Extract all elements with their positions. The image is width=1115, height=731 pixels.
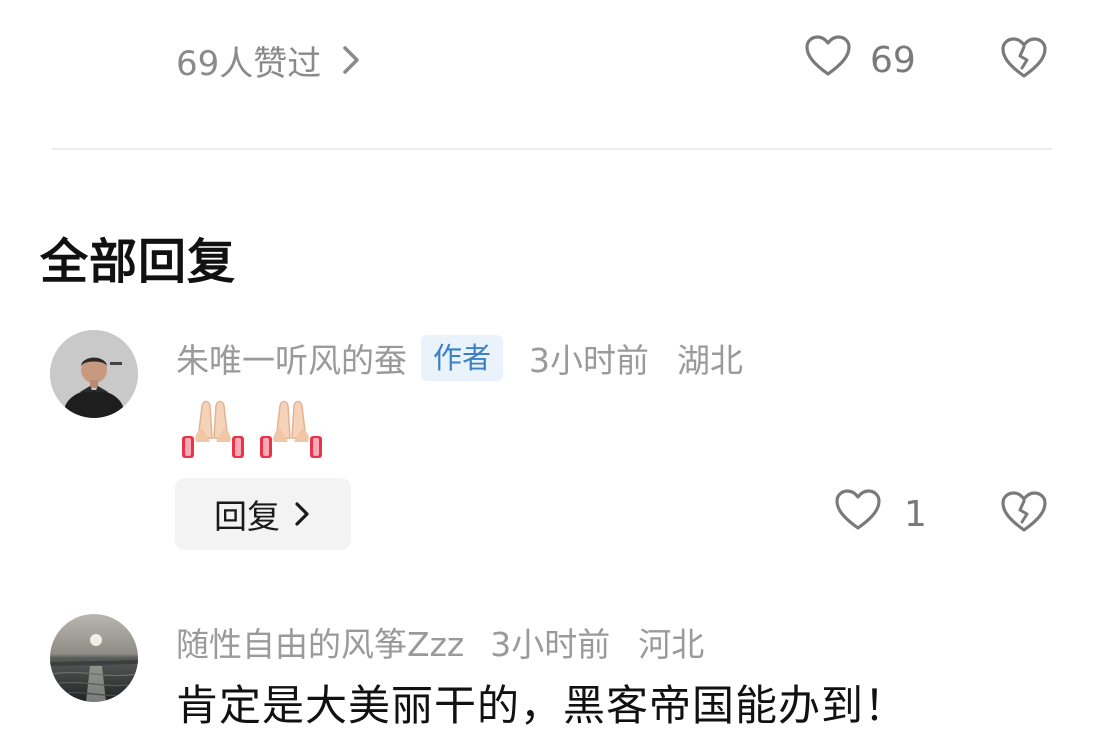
avatar[interactable] <box>50 614 138 702</box>
folded-hands-emoji-icon <box>176 388 250 466</box>
comment-meta: 朱唯一听风的蚕 作者 3小时前 湖北 <box>176 332 743 384</box>
comment-dislike-button[interactable] <box>1000 490 1050 538</box>
comment-item: 朱唯一听风的蚕 作者 3小时前 湖北 回复 1 <box>0 326 1115 566</box>
broken-heart-icon <box>1000 491 1048 538</box>
comment-time: 3小时前 <box>490 625 611 664</box>
post-like-count: 69 <box>870 39 916 81</box>
comment-location: 湖北 <box>677 341 744 380</box>
comment-location: 河北 <box>638 625 705 664</box>
avatar[interactable] <box>50 330 138 418</box>
heart-icon <box>834 488 882 541</box>
post-like-button[interactable]: 69 <box>804 34 916 86</box>
username[interactable]: 朱唯一听风的蚕 <box>176 334 407 382</box>
likers-link[interactable]: 69人赞过 <box>176 36 367 84</box>
reply-button[interactable]: 回复 <box>175 478 351 550</box>
reply-label: 回复 <box>214 497 280 536</box>
author-badge: 作者 <box>421 335 504 381</box>
comment-like-button[interactable]: 1 <box>834 488 927 540</box>
folded-hands-emoji-icon <box>254 388 328 466</box>
likes-row: 69人赞过 69 <box>0 0 1115 120</box>
username[interactable]: 随性自由的风筝Zzz <box>176 618 464 666</box>
likers-text: 69人赞过 <box>176 43 322 84</box>
section-title: 全部回复 <box>40 234 237 290</box>
comment-time: 3小时前 <box>529 341 650 380</box>
chevron-right-icon <box>341 43 367 77</box>
post-dislike-button[interactable] <box>1000 36 1050 84</box>
comment-item: 随性自由的风筝Zzz 3小时前 河北 肯定是大美丽干的，黑客帝国能办到！ <box>0 610 1115 731</box>
comment-like-count: 1 <box>904 493 927 535</box>
broken-heart-icon <box>1000 37 1048 84</box>
comment-content: 肯定是大美丽干的，黑客帝国能办到！ <box>176 681 908 730</box>
divider <box>52 148 1052 150</box>
chevron-right-icon <box>294 499 312 529</box>
comment-content <box>176 388 328 466</box>
heart-icon <box>804 34 852 87</box>
comment-meta: 随性自由的风筝Zzz 3小时前 河北 <box>176 616 704 668</box>
